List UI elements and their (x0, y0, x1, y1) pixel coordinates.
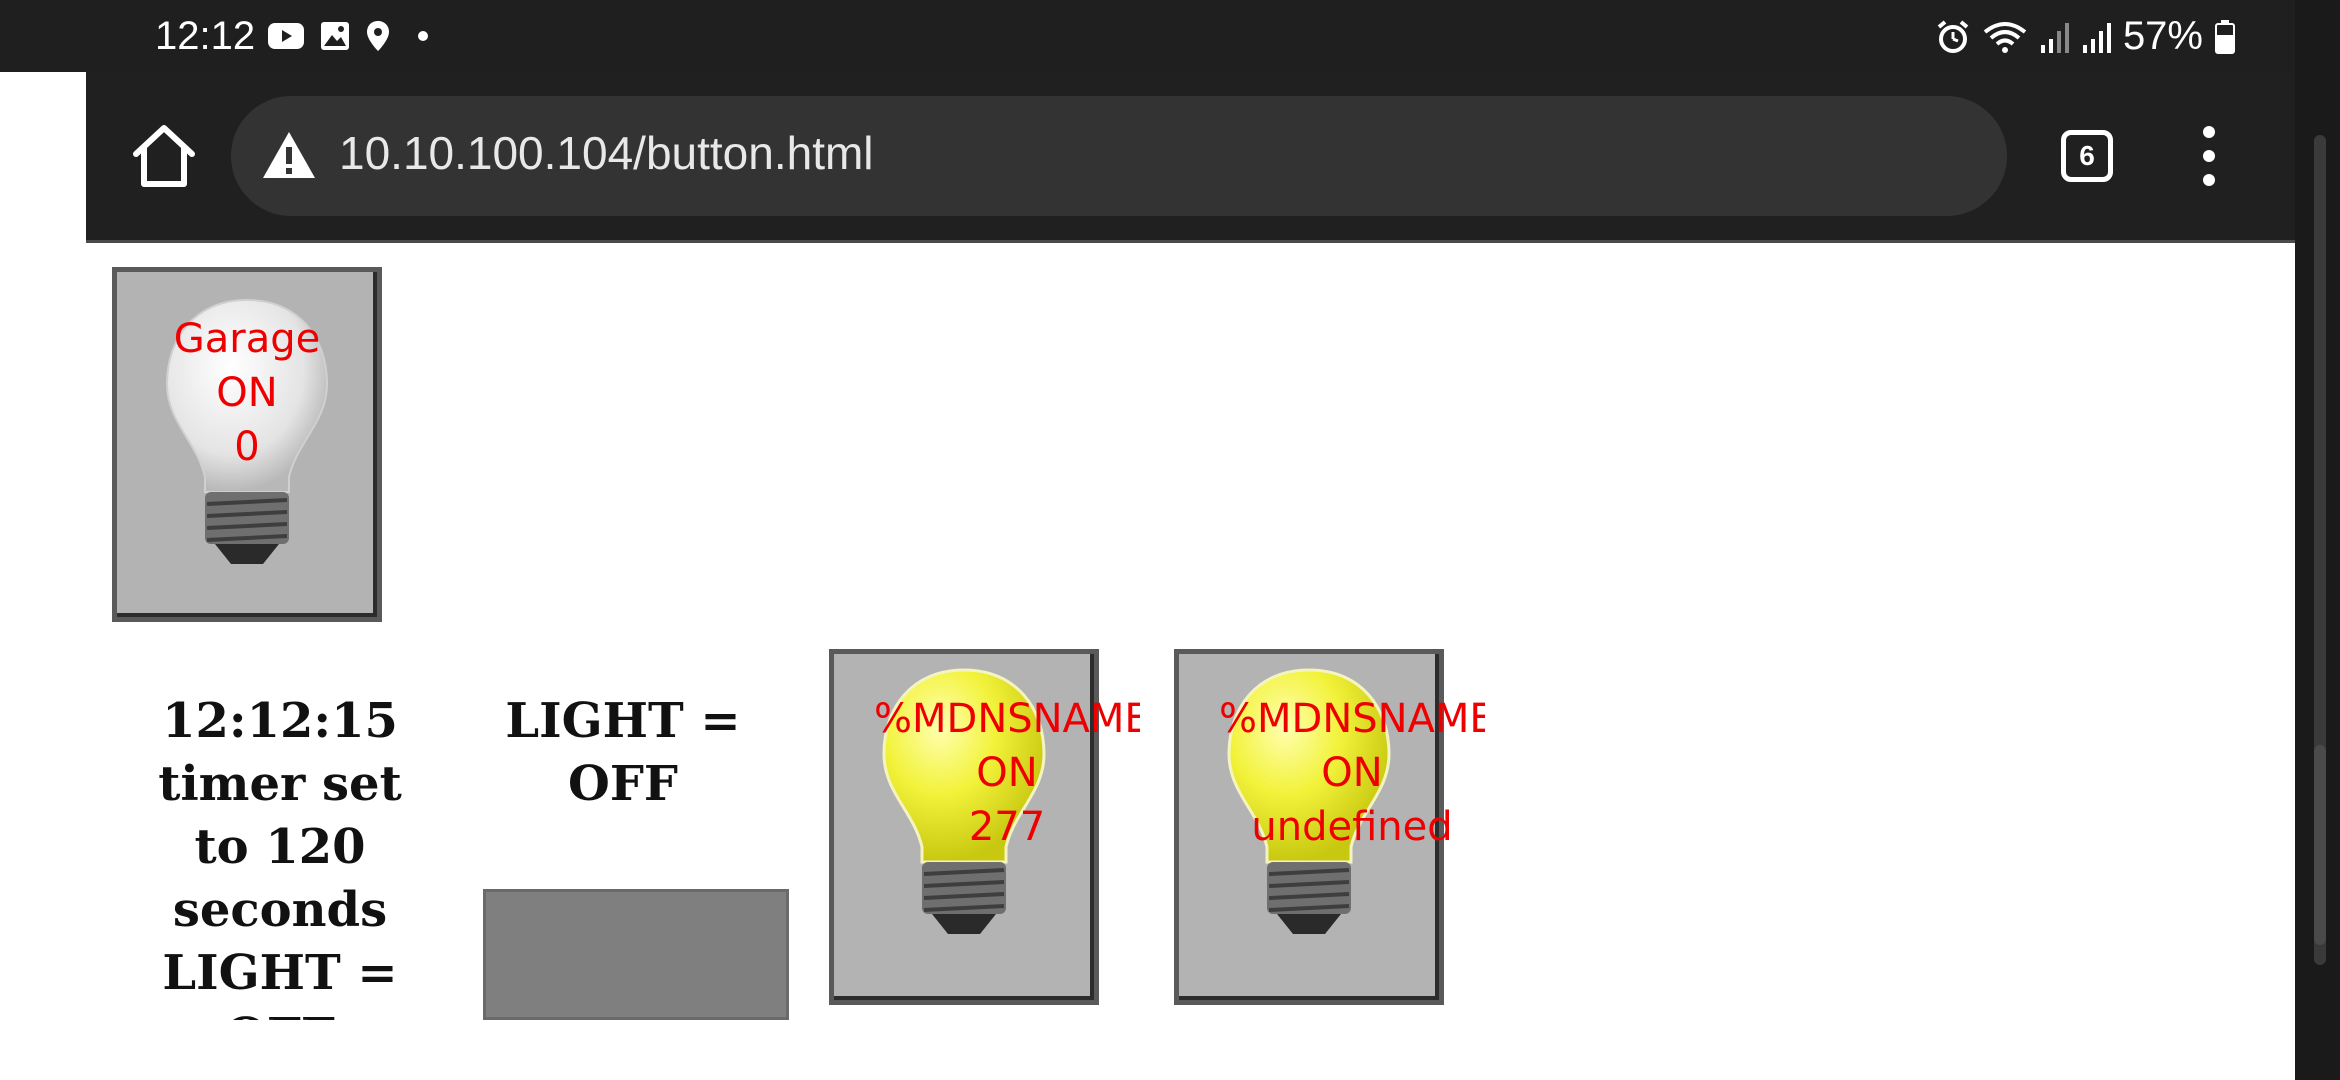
signal-icon (2082, 22, 2111, 53)
wifi-icon (1983, 21, 2027, 53)
page-bottom-area (0, 1020, 2295, 1080)
device-button-2[interactable]: %MDNSNAME% ON undefined (1174, 649, 1485, 1005)
image-icon (321, 22, 349, 50)
location-icon (367, 21, 389, 51)
notification-icons (268, 18, 428, 54)
page-edge (0, 72, 86, 242)
more-options-icon[interactable] (2201, 124, 2217, 188)
browser-toolbar: 10.10.100.104/button.html 6 (86, 72, 2295, 243)
status-line: LIGHT = (162, 945, 398, 1001)
status-bar: 12:12 57% (0, 0, 2295, 72)
status-line: 12:12:15 (162, 693, 398, 749)
signal-icon (2040, 22, 2069, 53)
status-line: timer set (158, 756, 402, 812)
tab-switcher-button[interactable]: 6 (2061, 130, 2113, 182)
device-button-1[interactable]: %MDNSNAME% ON 277 (829, 649, 1140, 1005)
alarm-icon (1937, 19, 1969, 53)
garage-button-label: Garage ON 0 (173, 316, 321, 470)
home-icon[interactable] (126, 118, 202, 194)
battery-percent: 57% (2122, 14, 2203, 58)
status-time: 12:12 (155, 14, 256, 58)
light-state-text: LIGHT = OFF (505, 693, 741, 812)
device-button-1-label: %MDNSNAME% ON 277 (874, 696, 1140, 850)
status-line: OFF (120, 1005, 440, 1020)
light-toggle-button[interactable] (483, 889, 789, 1020)
url-text[interactable]: 10.10.100.104/button.html (339, 126, 874, 180)
warning-icon[interactable] (261, 130, 317, 180)
system-icons: 57% (1935, 14, 2235, 59)
status-line: to 120 (194, 819, 366, 875)
address-bar[interactable]: 10.10.100.104/button.html (231, 96, 2007, 216)
garage-button[interactable]: Garage ON 0 (112, 267, 382, 622)
timer-status-text: 12:12:15 timer set to 120 seconds LIGHT … (120, 690, 440, 1020)
device-button-2-label: %MDNSNAME% ON undefined (1219, 696, 1485, 850)
battery-icon (2215, 19, 2235, 54)
youtube-icon (268, 23, 304, 49)
scrollbar-thumb[interactable] (2314, 745, 2326, 945)
status-line: seconds (172, 882, 388, 938)
more-notifications-icon (418, 31, 428, 41)
